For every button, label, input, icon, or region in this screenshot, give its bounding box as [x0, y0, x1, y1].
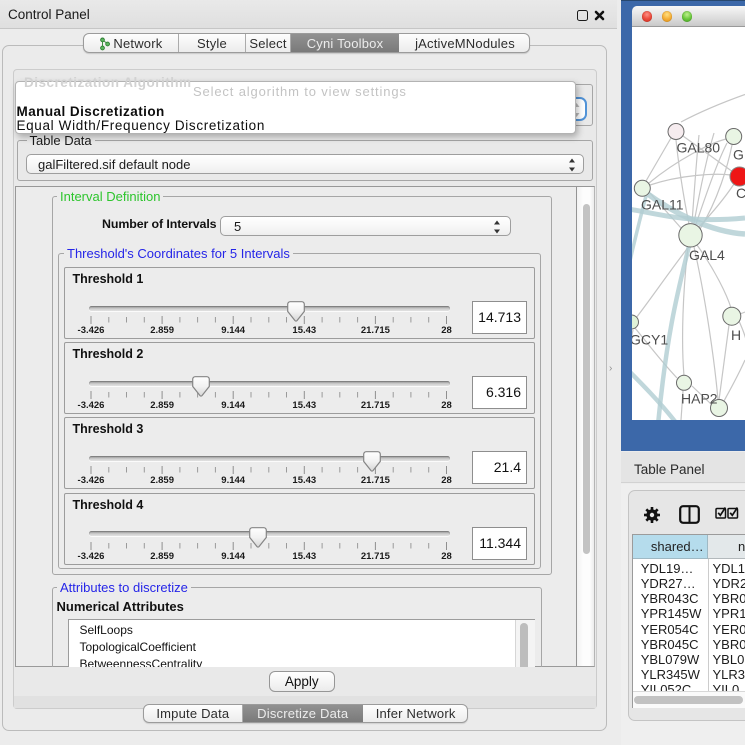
svg-text:HAP2: HAP2 — [681, 391, 718, 407]
svg-text:C: C — [736, 185, 745, 201]
svg-text:H: H — [731, 327, 741, 343]
svg-text:G.: G. — [733, 147, 745, 163]
svg-text:GAL4: GAL4 — [689, 247, 725, 263]
svg-text:GCY1: GCY1 — [632, 332, 668, 348]
svg-text:GAL11: GAL11 — [641, 197, 684, 213]
svg-text:GAL80: GAL80 — [677, 140, 721, 156]
